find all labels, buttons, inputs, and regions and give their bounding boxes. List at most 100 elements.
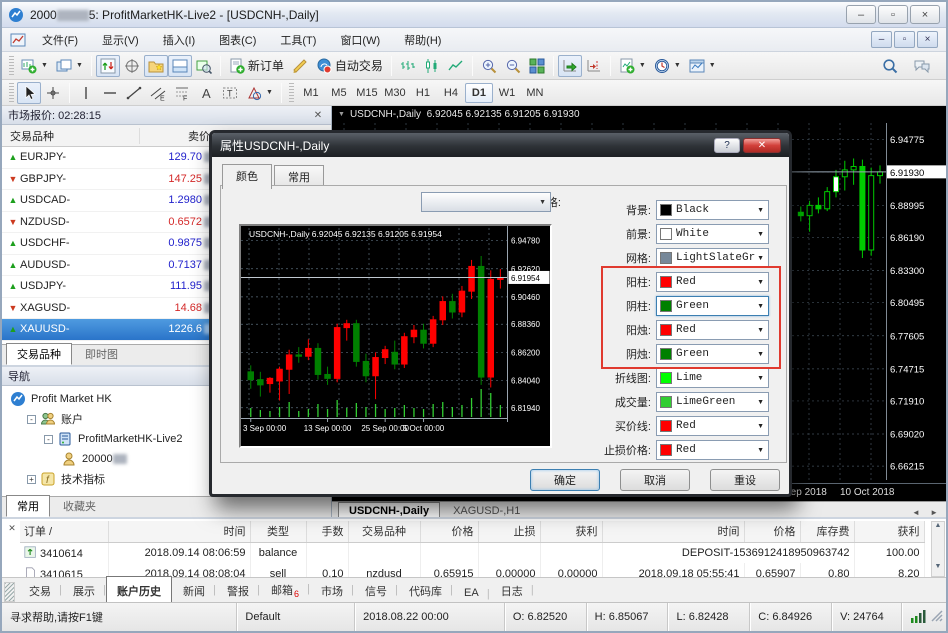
- timeframe-mn-button[interactable]: MN: [521, 83, 549, 103]
- dialog-help-button[interactable]: ?: [714, 138, 740, 153]
- timeframe-h4-button[interactable]: H4: [437, 83, 465, 103]
- terminal-tab-ea[interactable]: EA|: [453, 582, 490, 602]
- terminal-tab-[interactable]: 日志|: [490, 578, 534, 602]
- column-header[interactable]: 交易品种: [348, 521, 420, 542]
- metaeditor-button[interactable]: [288, 55, 312, 77]
- timeframe-m15-button[interactable]: M15: [353, 83, 381, 103]
- terminal-button[interactable]: [168, 55, 192, 77]
- timeframe-m1-button[interactable]: M1: [297, 83, 325, 103]
- terminal-tab-[interactable]: 代码库|: [398, 578, 453, 602]
- bid-column-header[interactable]: 卖价: [140, 128, 210, 144]
- line-chart-button[interactable]: [444, 55, 468, 77]
- market-watch-tab[interactable]: 即时图: [74, 343, 129, 365]
- terminal-tab-[interactable]: 市场|: [310, 578, 354, 602]
- timeframe-d1-button[interactable]: D1: [465, 83, 493, 103]
- zoom-in-button[interactable]: [477, 55, 501, 77]
- ok-button[interactable]: 确定: [530, 469, 600, 491]
- chevron-down-icon[interactable]: ▼: [757, 447, 764, 454]
- menu-item-w[interactable]: 窗口(W): [328, 28, 392, 52]
- search-button[interactable]: [878, 55, 902, 77]
- chevron-down-icon[interactable]: ▼: [757, 207, 764, 214]
- terminal-close-icon[interactable]: ✕: [6, 523, 18, 535]
- dialog-close-button[interactable]: ✕: [743, 138, 781, 153]
- chevron-down-icon[interactable]: ▼: [757, 255, 764, 262]
- menu-item-t[interactable]: 工具(T): [268, 28, 328, 52]
- color-select-8[interactable]: LimeGreen▼: [656, 392, 769, 412]
- autoscroll-button[interactable]: [558, 55, 582, 77]
- data-window-button[interactable]: [120, 55, 144, 77]
- column-header[interactable]: 价格: [420, 521, 478, 542]
- terminal-tab-[interactable]: 新闻|: [172, 578, 216, 602]
- column-header[interactable]: 类型: [250, 521, 306, 542]
- column-header[interactable]: 库存费: [800, 521, 854, 542]
- text-button[interactable]: A: [194, 82, 218, 104]
- menu-item-c[interactable]: 图表(C): [207, 28, 268, 52]
- terminal-scrollbar[interactable]: ▲▼: [931, 521, 945, 577]
- menu-item-h[interactable]: 帮助(H): [392, 28, 453, 52]
- terminal-tab-[interactable]: 邮箱6|: [260, 577, 310, 602]
- table-row[interactable]: 34106142018.09.14 08:06:59balanceDEPOSIT…: [20, 542, 924, 563]
- new-order-button[interactable]: 新订单: [225, 55, 288, 77]
- cursor-button[interactable]: [17, 82, 41, 104]
- fibo-button[interactable]: F: [170, 82, 194, 104]
- chevron-down-icon[interactable]: ▼: [266, 89, 273, 96]
- color-select-1[interactable]: White▼: [656, 224, 769, 244]
- chart-tab-scroll-arrows[interactable]: ◄ ►: [912, 508, 942, 517]
- column-header[interactable]: 止损: [478, 521, 540, 542]
- profiles-button[interactable]: ▼: [52, 55, 87, 77]
- terminal-grip[interactable]: [4, 582, 15, 602]
- hline-button[interactable]: [98, 82, 122, 104]
- tile-windows-button[interactable]: [525, 55, 549, 77]
- chat-button[interactable]: [910, 55, 934, 77]
- indicators-button[interactable]: ▼: [615, 55, 650, 77]
- expand-icon[interactable]: +: [27, 475, 36, 484]
- chevron-down-icon[interactable]: ▼: [757, 423, 764, 430]
- chevron-down-icon[interactable]: ▼: [76, 62, 83, 69]
- column-header[interactable]: 时间: [602, 521, 744, 542]
- channel-button[interactable]: E: [146, 82, 170, 104]
- tester-button[interactable]: [192, 55, 216, 77]
- cancel-button[interactable]: 取消: [620, 469, 690, 491]
- terminal-tab-[interactable]: 展示|: [62, 578, 106, 602]
- child-close-button[interactable]: ×: [917, 31, 938, 48]
- candle-chart-button[interactable]: [420, 55, 444, 77]
- child-restore-button[interactable]: ▫: [894, 31, 915, 48]
- symbol-column-header[interactable]: 交易品种: [2, 128, 140, 144]
- chart-shift-button[interactable]: [582, 55, 606, 77]
- terminal-tab-[interactable]: 交易|: [18, 578, 62, 602]
- dialog-tab-colors[interactable]: 颜色: [222, 164, 272, 189]
- chevron-down-icon[interactable]: ▼: [757, 375, 764, 382]
- chevron-down-icon[interactable]: ▼: [709, 62, 716, 69]
- timeframe-h1-button[interactable]: H1: [409, 83, 437, 103]
- reset-button[interactable]: 重设: [710, 469, 780, 491]
- chart-menu-icon[interactable]: ▼: [338, 111, 345, 118]
- bars-chart-button[interactable]: [396, 55, 420, 77]
- column-header[interactable]: 手数: [306, 521, 348, 542]
- chevron-down-icon[interactable]: ▼: [41, 62, 48, 69]
- templates-button[interactable]: ▼: [685, 55, 720, 77]
- zoom-out-button[interactable]: [501, 55, 525, 77]
- timeframe-m5-button[interactable]: M5: [325, 83, 353, 103]
- timeframe-w1-button[interactable]: W1: [493, 83, 521, 103]
- color-select-9[interactable]: Red▼: [656, 416, 769, 436]
- resize-grip[interactable]: [930, 609, 944, 626]
- child-minimize-button[interactable]: –: [871, 31, 892, 48]
- column-header[interactable]: 获利: [540, 521, 602, 542]
- column-header[interactable]: 获利: [854, 521, 924, 542]
- navigator-tab[interactable]: 收藏夹: [52, 495, 107, 517]
- menu-item-i[interactable]: 插入(I): [151, 28, 207, 52]
- market-watch-close-icon[interactable]: ✕: [311, 110, 325, 121]
- terminal-tab-[interactable]: 警报|: [216, 578, 260, 602]
- menu-item-f[interactable]: 文件(F): [30, 28, 90, 52]
- column-header[interactable]: 时间: [108, 521, 250, 542]
- navigator-tab[interactable]: 常用: [6, 495, 50, 517]
- terminal-tab-[interactable]: 账户历史: [106, 576, 172, 602]
- new-chart-button[interactable]: ▼: [17, 55, 52, 77]
- collapse-icon[interactable]: -: [27, 415, 36, 424]
- crosshair-button[interactable]: [41, 82, 65, 104]
- column-header[interactable]: 订单 /: [20, 521, 108, 542]
- column-header[interactable]: 价格: [744, 521, 800, 542]
- shapes-button[interactable]: ▼: [242, 82, 277, 104]
- timeframe-m30-button[interactable]: M30: [381, 83, 409, 103]
- chevron-down-icon[interactable]: ▼: [757, 231, 764, 238]
